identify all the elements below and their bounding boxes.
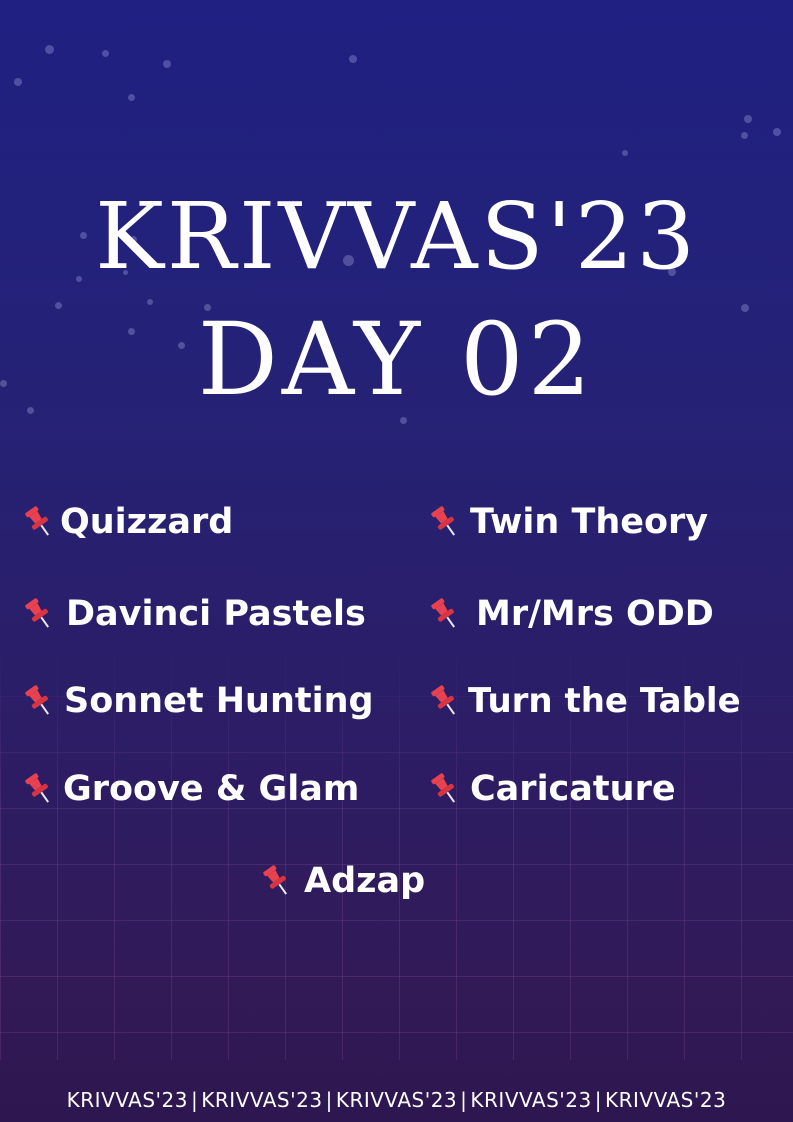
event-label: Davinci Pastels [66,594,366,634]
event-label: Sonnet Hunting [64,681,374,721]
star-dot [744,115,752,123]
event-label: Turn the Table [468,681,741,721]
event-item-turn-the-table: Turn the Table [430,673,741,729]
pushpin-icon [431,506,455,536]
event-item-groove-glam: Groove & Glam [24,761,359,817]
footer-text: KRIVVAS'23 [604,1088,727,1112]
footer-separator: | [460,1088,468,1112]
poster-title: KRIVVAS'23 [95,182,698,290]
footer-separator: | [325,1088,333,1112]
event-item-quizzard: Quizzard [24,494,233,550]
star-dot [622,150,628,156]
star-dot [741,132,748,139]
pushpin-icon [25,506,49,536]
event-item-mr-mrs-odd: Mr/Mrs ODD [430,586,714,642]
event-label: Groove & Glam [63,769,360,809]
pushpin-icon [431,685,455,715]
star-dot [773,128,781,136]
footer-separator: | [191,1088,199,1112]
event-label: Quizzard [60,502,234,542]
star-dot [102,50,109,57]
footer-text: KRIVVAS'23 [66,1088,188,1112]
footer-text: KRIVVAS'23 [201,1088,323,1112]
event-label: Caricature [470,769,676,809]
event-item-caricature: Caricature [430,761,676,817]
star-dot [45,45,54,54]
pushpin-icon [431,598,455,628]
footer-text: KRIVVAS'23 [470,1088,592,1112]
star-dot [14,78,22,86]
star-dot [349,55,357,63]
day-heading: DAY 02 [0,300,793,420]
star-dot [163,60,171,68]
event-item-davinci-pastels: Davinci Pastels [24,586,366,642]
star-dot [128,94,135,101]
footer-separator: | [594,1088,602,1112]
event-label: Mr/Mrs ODD [476,594,714,634]
event-label: Adzap [304,861,426,901]
footer-text: KRIVVAS'23 [335,1088,458,1112]
event-item-sonnet-hunting: Sonnet Hunting [24,673,374,729]
pushpin-icon [25,685,49,715]
pushpin-icon [263,865,287,895]
day-number: 02 [460,301,596,418]
pushpin-icon [25,773,49,803]
event-item-adzap: Adzap [262,853,425,909]
pushpin-icon [431,773,455,803]
event-label: Twin Theory [470,502,709,542]
event-item-twin-theory: Twin Theory [430,494,708,550]
poster: KRIVVAS'23 DAY 02 Quizzard Davinci Pastel… [0,0,793,1122]
pushpin-icon [25,598,49,628]
day-label: DAY [197,301,425,418]
footer-banner: KRIVVAS'23 | KRIVVAS'23 | KRIVVAS'23 | K… [0,1078,793,1122]
